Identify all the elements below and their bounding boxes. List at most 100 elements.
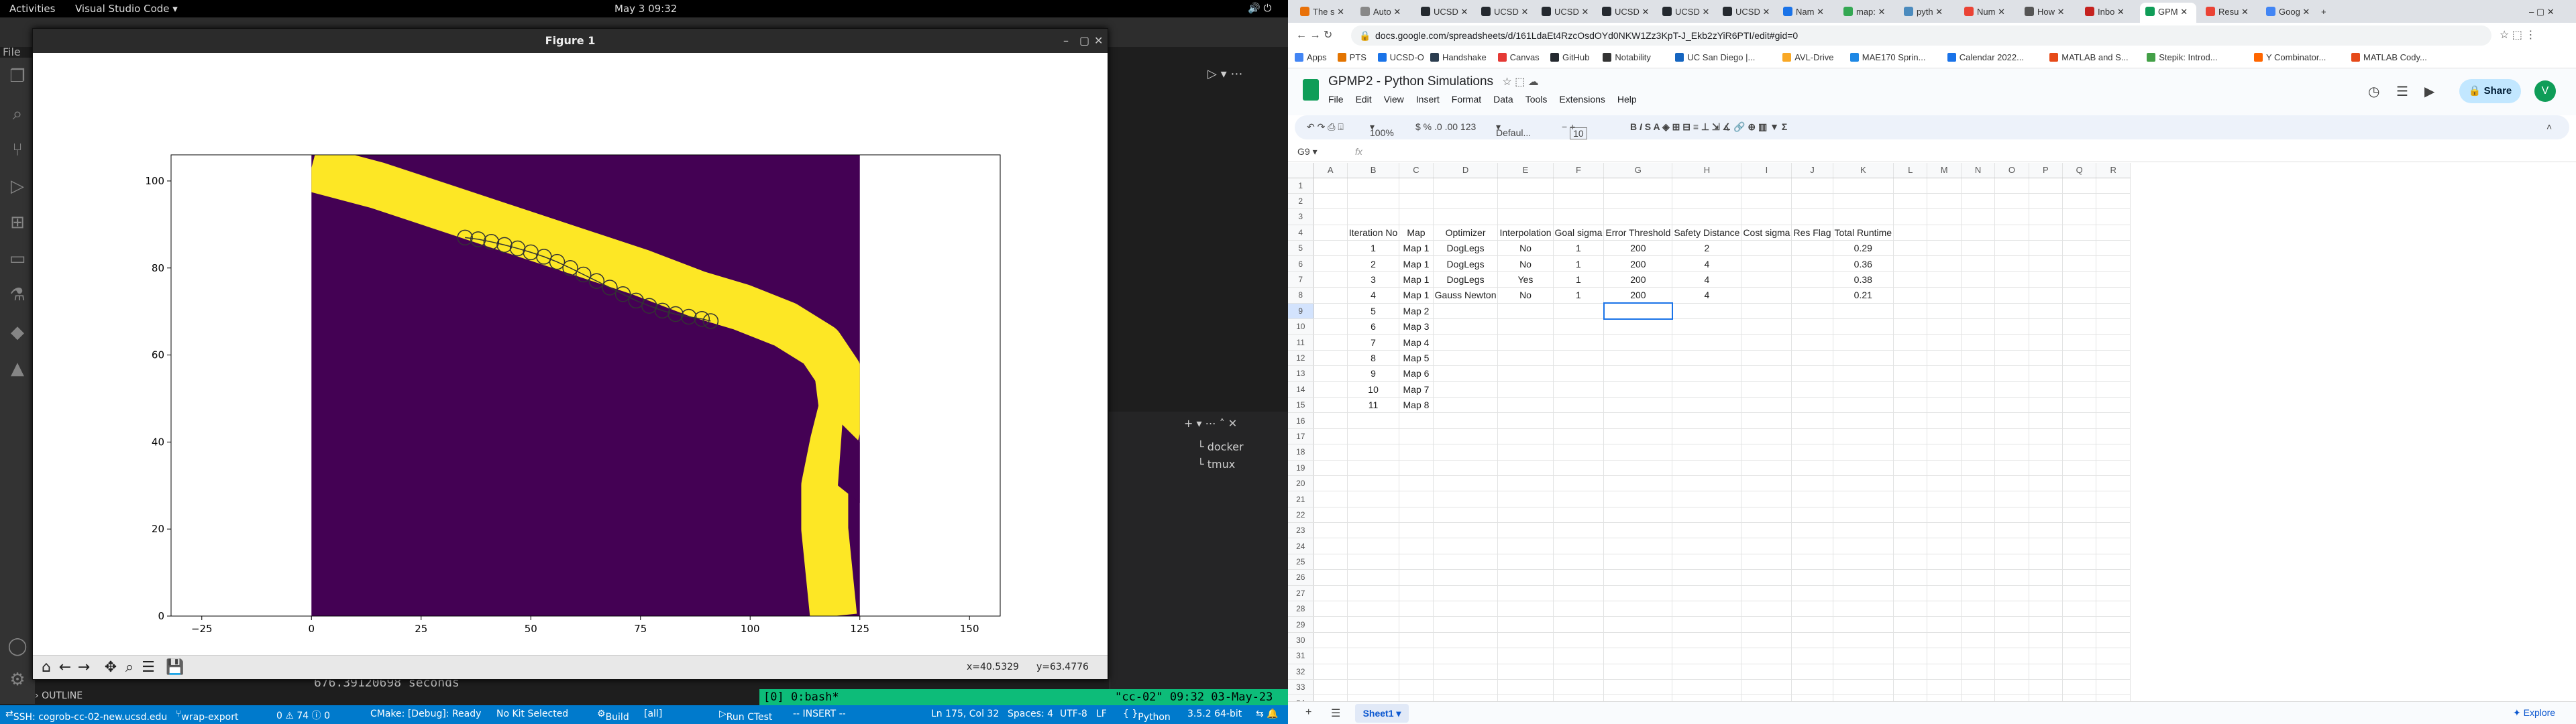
cell[interactable] xyxy=(2029,569,2063,586)
cell[interactable] xyxy=(1313,240,1348,257)
row-header[interactable]: 30 xyxy=(1288,632,1314,649)
cell[interactable] xyxy=(1791,272,1833,288)
row-header[interactable]: 14 xyxy=(1288,381,1314,398)
column-header[interactable]: M xyxy=(1927,163,1962,178)
tab-close-icon[interactable]: ✕ xyxy=(1700,7,1709,17)
cell[interactable]: 11 xyxy=(1347,397,1400,414)
cell[interactable]: Map 5 xyxy=(1399,350,1434,367)
cell[interactable] xyxy=(1313,287,1348,304)
cell[interactable] xyxy=(2029,208,2063,225)
bookmark-item[interactable]: Canvas xyxy=(1497,52,1540,62)
browser-tab[interactable]: UCSD ✕ xyxy=(1597,3,1653,23)
cell[interactable] xyxy=(1893,601,1928,617)
cell[interactable] xyxy=(1553,303,1605,320)
cell[interactable] xyxy=(1791,460,1833,476)
cell[interactable] xyxy=(1927,585,1962,602)
cell[interactable] xyxy=(1347,428,1400,445)
cell[interactable] xyxy=(1553,522,1605,539)
cell[interactable] xyxy=(1927,412,1962,429)
row-header[interactable]: 33 xyxy=(1288,679,1314,696)
cell[interactable] xyxy=(1603,616,1673,633)
cell[interactable] xyxy=(1313,428,1348,445)
bookmark-item[interactable]: Apps xyxy=(1295,52,1327,62)
cell[interactable]: 200 xyxy=(1603,240,1673,257)
cell[interactable] xyxy=(1347,538,1400,554)
cell[interactable] xyxy=(1313,664,1348,680)
minimize-icon[interactable]: – xyxy=(1063,29,1069,53)
menu-file[interactable]: File xyxy=(3,46,21,58)
activities-button[interactable]: Activities xyxy=(9,3,55,15)
cell[interactable] xyxy=(1433,554,1499,570)
cell[interactable] xyxy=(1603,178,1673,194)
maximize-icon[interactable]: ▢ xyxy=(1079,29,1089,53)
cell[interactable] xyxy=(1741,444,1792,461)
notifications-icon[interactable]: ⇆ 🔔 xyxy=(1256,709,1279,719)
row-header[interactable]: 7 xyxy=(1288,272,1314,288)
cell[interactable] xyxy=(1313,397,1348,414)
cell[interactable] xyxy=(2096,287,2131,304)
cell[interactable] xyxy=(1433,381,1499,398)
tab-close-icon[interactable]: ✕ xyxy=(2055,7,2065,17)
cell[interactable] xyxy=(1741,208,1792,225)
cell[interactable] xyxy=(1927,193,1962,210)
name-box[interactable]: G9 ▾ xyxy=(1297,146,1318,158)
sheets-menu-extensions[interactable]: Extensions xyxy=(1559,94,1605,105)
cell[interactable]: 1 xyxy=(1553,240,1605,257)
cell[interactable] xyxy=(2096,318,2131,335)
cell[interactable] xyxy=(1672,334,1742,351)
problems-indicator[interactable]: 0 ⚠ 74 ⓘ 0 xyxy=(276,709,330,722)
cell[interactable]: Map 2 xyxy=(1399,303,1434,320)
cell[interactable] xyxy=(1961,225,1996,241)
cell[interactable] xyxy=(2029,397,2063,414)
cell[interactable] xyxy=(1833,350,1894,367)
cell[interactable] xyxy=(1672,616,1742,633)
cell[interactable] xyxy=(1741,303,1792,320)
cell[interactable] xyxy=(1741,240,1792,257)
cell[interactable]: Map 1 xyxy=(1399,240,1434,257)
cell[interactable] xyxy=(1994,585,2029,602)
cell[interactable]: 2 xyxy=(1672,240,1742,257)
cell[interactable] xyxy=(1347,632,1400,649)
cell[interactable] xyxy=(1833,507,1894,524)
cell[interactable] xyxy=(1399,538,1434,554)
cell[interactable] xyxy=(2062,554,2097,570)
cell[interactable] xyxy=(1927,616,1962,633)
cell[interactable] xyxy=(1994,365,2029,382)
cell[interactable] xyxy=(1672,507,1742,524)
cell[interactable]: 6 xyxy=(1347,318,1400,335)
cell[interactable] xyxy=(1497,522,1554,539)
bookmark-item[interactable]: UCSD-O xyxy=(1377,52,1424,62)
cell[interactable] xyxy=(1672,554,1742,570)
cell[interactable] xyxy=(1961,507,1996,524)
cell[interactable] xyxy=(1313,444,1348,461)
bookmark-item[interactable]: AVL-Drive xyxy=(1782,52,1833,62)
cell[interactable] xyxy=(1603,444,1673,461)
cell[interactable] xyxy=(1399,428,1434,445)
cell[interactable] xyxy=(1994,272,2029,288)
cell[interactable] xyxy=(1399,569,1434,586)
cell[interactable] xyxy=(1833,601,1894,617)
cell[interactable] xyxy=(2096,381,2131,398)
cell[interactable]: Map 1 xyxy=(1399,255,1434,272)
undo-redo-print-icon[interactable]: ↶ ↷ ⎙ ⍗ xyxy=(1307,121,1344,133)
cell[interactable] xyxy=(1791,397,1833,414)
cell[interactable] xyxy=(1893,460,1928,476)
system-menu-icon[interactable]: 🔊 ⏻ xyxy=(1248,2,1271,14)
cell[interactable] xyxy=(1927,522,1962,539)
cell[interactable] xyxy=(1994,616,2029,633)
search-icon[interactable]: ⌕ xyxy=(5,102,30,126)
cell[interactable] xyxy=(1893,193,1928,210)
cell[interactable] xyxy=(1994,554,2029,570)
new-tab-button[interactable]: + xyxy=(2321,3,2337,23)
cell[interactable] xyxy=(1927,255,1962,272)
row-header[interactable]: 6 xyxy=(1288,255,1314,272)
cell[interactable] xyxy=(2062,428,2097,445)
cell[interactable] xyxy=(1347,412,1400,429)
cell[interactable]: 1 xyxy=(1553,287,1605,304)
cell[interactable] xyxy=(1433,397,1499,414)
column-header[interactable]: N xyxy=(1961,163,1996,178)
column-header[interactable]: I xyxy=(1741,163,1792,178)
cell[interactable] xyxy=(1741,287,1792,304)
cell[interactable] xyxy=(1927,225,1962,241)
cell[interactable] xyxy=(1433,538,1499,554)
